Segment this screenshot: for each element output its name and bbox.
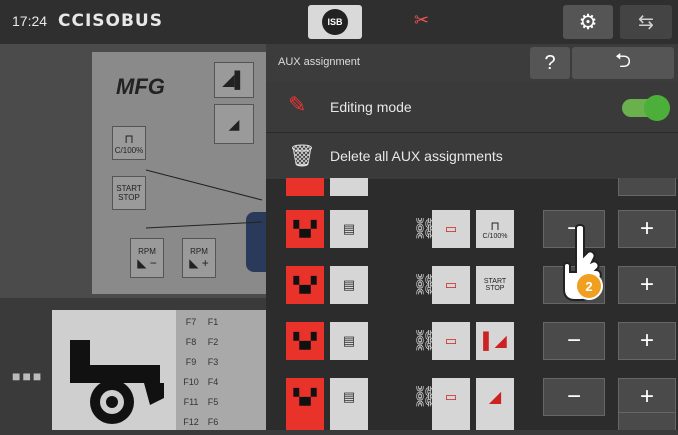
fkey-f1[interactable]: F1 xyxy=(202,312,224,332)
joystick-grey-icon[interactable]: ▤ xyxy=(330,210,368,248)
function-icon[interactable] xyxy=(476,412,514,430)
aux-input-red[interactable] xyxy=(286,178,324,196)
joystick-red-icon[interactable]: ▚▞ xyxy=(286,210,324,248)
spreader-function-icon[interactable]: ▭ xyxy=(432,266,470,304)
remove-button[interactable]: − xyxy=(543,378,605,416)
aux-input-grey[interactable] xyxy=(330,178,368,196)
add-button[interactable]: + xyxy=(618,322,676,360)
fkey-f12[interactable]: F12 xyxy=(180,412,202,432)
more-dots-icon[interactable]: ■■■ xyxy=(12,368,43,384)
add-button[interactable]: + xyxy=(618,378,676,416)
boom-function-icon[interactable]: ▌◢ xyxy=(476,322,514,360)
delete-all-row[interactable]: 🗑 Delete all AUX assignments xyxy=(266,133,678,180)
fkey-f8[interactable]: F8 xyxy=(180,332,202,352)
add-button[interactable]: + xyxy=(618,210,676,248)
fkey-f5[interactable]: F5 xyxy=(202,392,224,412)
joystick-grey-icon[interactable]: ▤ xyxy=(330,266,368,304)
edit-pencil-icon: ✎ xyxy=(288,92,307,117)
fkey-f2[interactable]: F2 xyxy=(202,332,224,352)
back-arrow-icon: ⮌ xyxy=(614,50,632,72)
aux-row-partial xyxy=(266,178,678,198)
trash-icon: 🗑 xyxy=(288,143,316,168)
joystick-red-icon[interactable] xyxy=(286,412,324,430)
ramp-function-icon[interactable]: ◢ xyxy=(476,378,514,416)
spreader-function-icon[interactable] xyxy=(432,412,470,430)
spreader-function-icon[interactable]: ▭ xyxy=(432,322,470,360)
spreader-function-icon[interactable]: ▭ xyxy=(432,378,470,416)
remove-button[interactable]: − xyxy=(543,322,605,360)
step-badge: 2 xyxy=(575,272,603,300)
fkey-f11[interactable]: F11 xyxy=(180,392,202,412)
aux-row: ▚▞ ▤ ⛓ ▭ START STOP − + xyxy=(266,258,678,318)
implement-icon xyxy=(70,340,164,424)
editing-mode-toggle[interactable] xyxy=(622,95,670,121)
fkey-f6[interactable]: F6 xyxy=(202,412,224,432)
aux-row: ▚▞ ▤ ⛓ ▭ ⊓ C/100% − + xyxy=(266,202,678,262)
function-cutoff[interactable]: ⊓ C/100% xyxy=(476,210,514,248)
joystick-grey-icon[interactable]: ▤ xyxy=(330,322,368,360)
joystick-red-icon[interactable]: ▚▞ xyxy=(286,378,324,416)
help-button[interactable]: ? xyxy=(530,47,570,79)
fkey-f4[interactable]: F4 xyxy=(202,372,224,392)
function-cutoff-label: C/100% xyxy=(482,232,508,240)
aux-title: AUX assignment xyxy=(278,56,360,68)
editing-mode-row[interactable]: ✎ Editing mode xyxy=(266,82,678,133)
lower-left-panel xyxy=(0,298,44,430)
implement-panel xyxy=(52,310,176,430)
joystick-grey-icon[interactable]: ▤ xyxy=(330,378,368,416)
delete-all-label: Delete all AUX assignments xyxy=(330,148,503,164)
aux-row: ▚▞ ▤ ⛓ ▭ ▌◢ − + xyxy=(266,314,678,374)
function-key-panel: F7 F1 F8 F2 F9 F3 F10 F4 F11 F5 F12 F6 xyxy=(176,310,266,430)
aux-header: AUX assignment ? ⮌ xyxy=(266,44,678,82)
spreader-function-icon[interactable]: ▭ xyxy=(432,210,470,248)
toggle-knob xyxy=(644,95,670,121)
function-start-stop[interactable]: START STOP xyxy=(476,266,514,304)
add-button[interactable] xyxy=(618,178,676,196)
fkey-f9[interactable]: F9 xyxy=(180,352,202,372)
fkey-f3[interactable]: F3 xyxy=(202,352,224,372)
fkey-f10[interactable]: F10 xyxy=(180,372,202,392)
aux-row-partial xyxy=(266,412,678,430)
add-button[interactable]: + xyxy=(618,266,676,304)
editing-mode-label: Editing mode xyxy=(330,99,412,115)
joystick-red-icon[interactable]: ▚▞ xyxy=(286,322,324,360)
fkey-f7[interactable]: F7 xyxy=(180,312,202,332)
joystick-red-icon[interactable]: ▚▞ xyxy=(286,266,324,304)
back-button[interactable]: ⮌ xyxy=(572,47,674,79)
add-button[interactable] xyxy=(618,412,676,430)
joystick-grey-icon[interactable] xyxy=(330,412,368,430)
